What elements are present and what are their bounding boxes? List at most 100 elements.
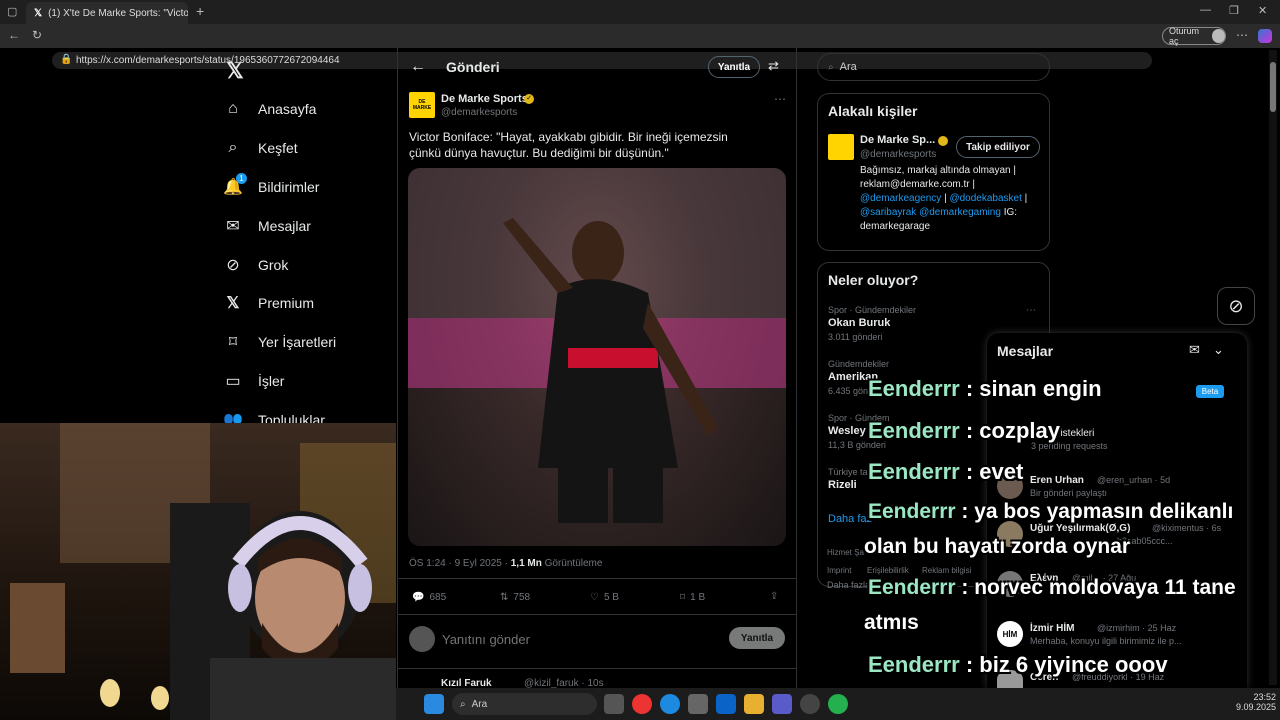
collapse-icon[interactable]: ⌄ [1213,342,1224,358]
reply-action[interactable]: 💬 685 [412,592,446,603]
avatar: HİM [997,621,1023,647]
author-avatar[interactable]: DE MARKE [409,92,435,118]
profile-button[interactable]: Oturum aç [1162,26,1226,46]
window-close-icon[interactable]: ✕ [1258,4,1267,17]
tab-actions-icon[interactable]: ▢ [7,5,17,18]
sidebar-item-notifications[interactable]: 🔔 1 Bildirimler [222,173,320,198]
bio-link[interactable]: @dodekabasket [949,193,1021,204]
sidebar-item-bookmarks[interactable]: ⌑ Yer İşaretleri [222,331,336,353]
scrollbar[interactable] [1269,50,1277,685]
bio-link[interactable]: @demarkeagency [860,193,941,204]
browser-tab-bar: ▢ 𝕏 (1) X'te De Marke Sports: "Victor B.… [0,0,1280,24]
sidebar-item-premium[interactable]: 𝕏 Premium [222,292,314,314]
footer-link[interactable]: Erişilebilirlik [867,566,909,575]
like-action[interactable]: ♡ 5 B [590,592,619,603]
related-avatar[interactable] [828,134,854,160]
lock-icon: 🔒 [60,54,73,65]
taskbar-search[interactable]: ⌕ Ara [452,693,597,715]
search-input[interactable]: ⌕ Ara [817,53,1050,81]
bio-text: IG: [1003,207,1018,218]
footer-link[interactable]: Daha fazla [827,580,870,590]
post-image[interactable] [408,168,786,546]
store-icon[interactable] [688,694,708,714]
chat-message: Eenderrr : sinan engin [868,376,1102,402]
more-options-icon[interactable]: ⋯ [774,92,786,106]
new-tab-icon[interactable]: + [196,3,204,19]
bio-text: Bağımsız, markaj altında olmayan | [860,165,1016,176]
new-message-icon[interactable]: ✉ [1189,342,1200,358]
sidebar-item-home[interactable]: ⌂ Anasayfa [222,98,316,120]
chat-text: : biz 6 yiyince ooov [959,652,1168,677]
search-icon: ⌕ [228,139,238,156]
start-icon[interactable] [424,694,444,714]
chat-text: : ya bos yapmasın delikanlı [955,500,1234,523]
bio-link[interactable]: @demarkegaming [919,207,1001,218]
more-options-icon[interactable]: ⋯ [1026,305,1036,316]
following-button[interactable]: Takip ediliyor [956,136,1040,158]
folder-icon[interactable] [744,694,764,714]
repost-action[interactable]: ⇅ 758 [500,592,530,603]
post-column: ← Gönderi Yanıtla ⇄ DE MARKE De Marke Sp… [397,48,797,693]
related-people-card: Alakalı kişiler De Marke Sp... @demarkes… [817,93,1050,251]
sidebar-item-jobs[interactable]: ▭ İşler [222,370,284,392]
author-name[interactable]: De Marke Sports [441,93,528,105]
chrome-icon[interactable] [632,694,652,714]
search-icon: ⌕ [828,61,834,73]
show-more-link[interactable]: Daha faz [828,513,872,525]
bio-text: reklam@demarke.com.tr | [860,179,975,190]
trend-item[interactable]: Spor · Gündemdekiler Okan Buruk 3.011 gö… [828,305,916,342]
url-text: https://x.com/demarkesports/status/19653… [76,55,340,66]
grok-float-button[interactable]: ⊘ [1217,287,1255,325]
copilot-icon[interactable] [1258,29,1272,43]
scrollbar-thumb[interactable] [1270,62,1276,112]
footer-link[interactable]: Imprint [827,566,851,575]
x-favicon-icon: 𝕏 [34,7,43,19]
browser-tab[interactable]: 𝕏 (1) X'te De Marke Sports: "Victor B...… [26,2,188,24]
sidebar-item-explore[interactable]: ⌕ Keşfet [222,137,298,159]
clock[interactable]: 23:52 9.09.2025 [1232,692,1276,712]
related-bio: Bağımsız, markaj altında olmayan | rekla… [860,165,1028,232]
chat-message: Eenderrr : norvec moldovaya 11 tane [868,576,1236,600]
whatsapp-icon[interactable] [828,694,848,714]
more-icon[interactable]: ⋯ [1236,28,1248,42]
task-view-icon[interactable] [604,694,624,714]
sidebar-item-messages[interactable]: ✉ Mesajlar [222,215,311,237]
chat-message: Eenderrr : biz 6 yiyince ooov [868,652,1168,678]
back-arrow-icon[interactable]: ← [410,58,426,76]
post-text: Victor Boniface: "Hayat, ayakkabı gibidi… [409,130,728,160]
taskbar-search-label: Ara [471,698,488,710]
teams-icon[interactable] [772,694,792,714]
chat-text: : norvec moldovaya 11 tane [955,576,1236,599]
post-timestamp: ÖS 1:24 · 9 Eyl 2025 · 1,1 Mn Görüntülem… [409,558,602,569]
reply-header-button[interactable]: Yanıtla [708,56,760,78]
trend-item[interactable]: Türkiye ta Rizeli [828,467,868,491]
app-icon[interactable] [800,694,820,714]
share-icon[interactable]: ⇪ [770,591,778,602]
footer-link[interactable]: Hizmet Şa [827,548,864,557]
back-icon[interactable]: ← [8,28,20,42]
settings-sliders-icon[interactable]: ⇄ [768,58,779,74]
bio-link[interactable]: @saribayrak [860,207,916,218]
x-logo-icon[interactable]: 𝕏 [226,58,244,84]
refresh-icon[interactable]: ↻ [32,28,42,42]
sidebar-item-grok[interactable]: ⊘ Grok [222,254,288,276]
related-handle[interactable]: @demarkesports [860,149,936,160]
maximize-icon[interactable]: ❐ [1229,4,1239,17]
sidebar-item-label: Bildirimler [258,179,320,195]
chat-nick: Eenderrr [868,500,956,523]
bookmark-action[interactable]: ⌑ 1 B [680,592,705,603]
reply-input[interactable] [442,630,702,648]
author-handle[interactable]: @demarkesports [441,107,517,118]
thread-name: İzmir HİM [1030,623,1075,634]
footer-link[interactable]: Reklam bilgisi [922,566,971,575]
chat-message: Eenderrr : cozplay [868,418,1060,444]
verified-badge-icon: ✓ [524,94,534,104]
edge-icon[interactable] [660,694,680,714]
related-name[interactable]: De Marke Sp... [860,134,935,146]
outlook-icon[interactable] [716,694,736,714]
search-placeholder: Ara [839,61,857,73]
reply-submit-button[interactable]: Yanıtla [729,627,785,649]
beta-badge: Beta [1196,385,1224,398]
minimize-icon[interactable]: — [1200,4,1211,16]
bell-icon: 🔔 1 [222,173,247,198]
